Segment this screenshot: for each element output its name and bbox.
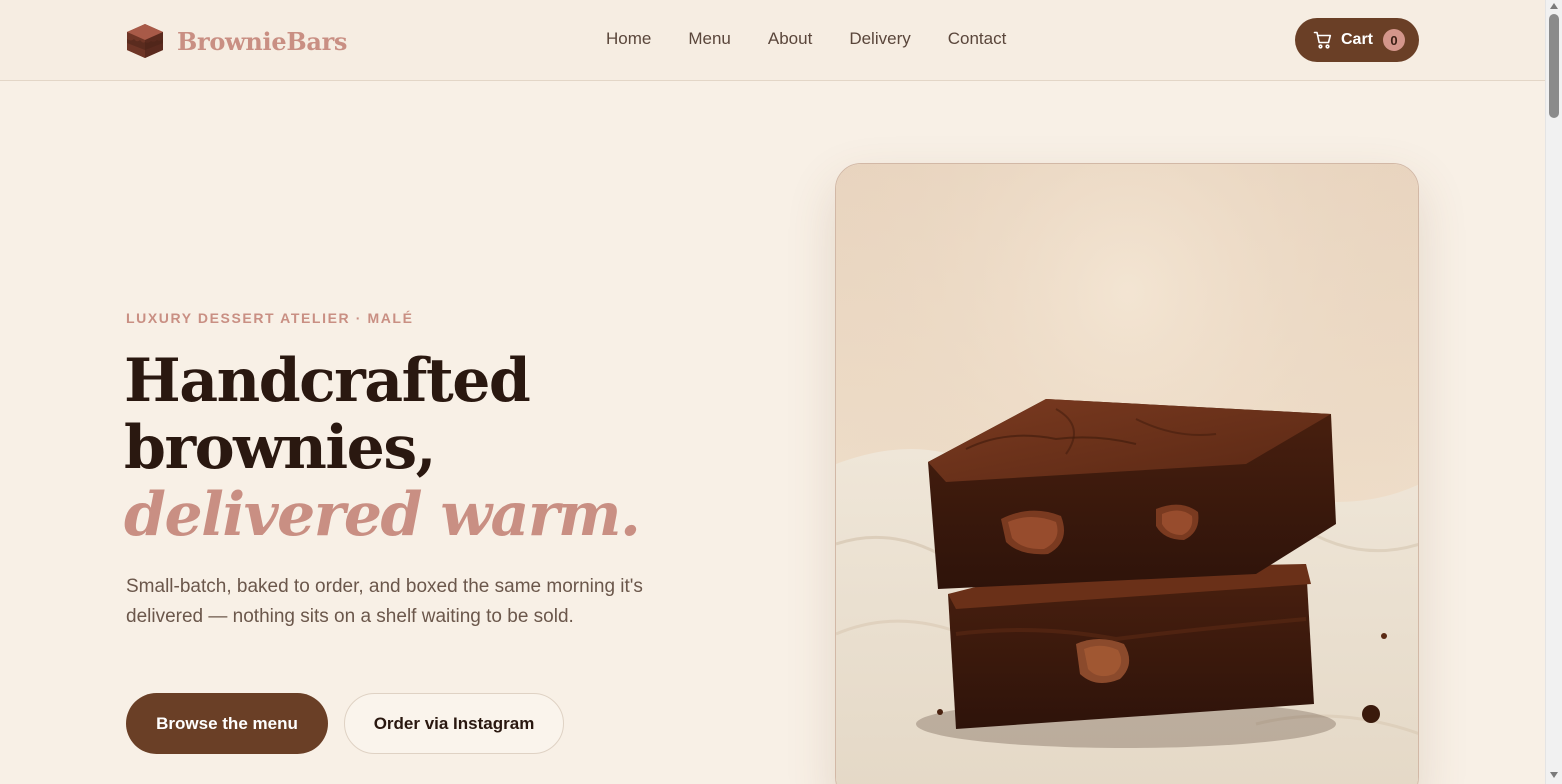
page-scrollbar[interactable] xyxy=(1545,0,1562,784)
main-nav: Home Menu About Delivery Contact xyxy=(606,29,1006,49)
brownie-logo-icon xyxy=(127,24,163,58)
headline-line-1: Handcrafted xyxy=(124,346,531,416)
nav-link-home[interactable]: Home xyxy=(606,29,651,49)
cart-count-badge: 0 xyxy=(1383,29,1406,51)
cart-button[interactable]: Cart 0 xyxy=(1295,18,1419,62)
nav-link-about[interactable]: About xyxy=(768,29,812,49)
hero-eyebrow: LUXURY DESSERT ATELIER · MALÉ xyxy=(126,310,414,326)
hero-headline: Handcrafted brownies, delivered warm. xyxy=(124,346,641,550)
cart-label: Cart xyxy=(1341,31,1374,48)
site-header: BrownieBars Home Menu About Delivery Con… xyxy=(0,0,1545,81)
brand-logo-link[interactable]: BrownieBars xyxy=(126,22,347,60)
brand-name: BrownieBars xyxy=(177,26,348,56)
cart-icon xyxy=(1313,31,1332,49)
nav-link-menu[interactable]: Menu xyxy=(688,29,731,49)
hero-brownie-image xyxy=(835,163,1419,784)
scroll-down-arrow-icon[interactable] xyxy=(1550,772,1558,778)
hero-description: Small-batch, baked to order, and boxed t… xyxy=(126,576,643,627)
page: BrownieBars Home Menu About Delivery Con… xyxy=(0,0,1545,784)
order-instagram-button[interactable]: Order via Instagram xyxy=(344,693,564,754)
headline-line-2: brownies, xyxy=(124,413,437,483)
scrollbar-thumb[interactable] xyxy=(1549,14,1559,118)
scroll-up-arrow-icon[interactable] xyxy=(1550,3,1558,9)
nav-link-delivery[interactable]: Delivery xyxy=(849,29,910,49)
headline-accent: delivered warm. xyxy=(124,480,641,550)
nav-link-contact[interactable]: Contact xyxy=(948,29,1007,49)
brownie-photo-illustration xyxy=(836,164,1418,784)
browse-menu-button[interactable]: Browse the menu xyxy=(126,693,328,754)
